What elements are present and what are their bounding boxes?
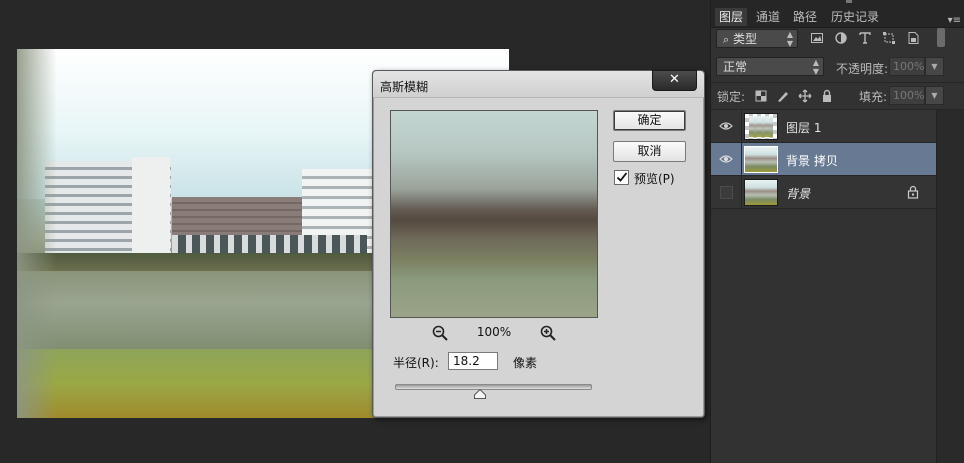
- kind-filter-value: 类型: [733, 32, 758, 46]
- ok-button[interactable]: 确定: [613, 110, 686, 131]
- lock-all-icon[interactable]: [820, 89, 834, 103]
- blur-preview-area[interactable]: [390, 110, 598, 318]
- lock-transparent-pixels-icon[interactable]: [754, 89, 768, 103]
- eye-icon: [719, 122, 733, 130]
- tab-paths[interactable]: 路径: [789, 8, 821, 26]
- layer-name[interactable]: 背景 拷贝: [786, 152, 838, 169]
- fill-label: 填充:: [859, 90, 888, 104]
- select-arrows-icon: ▲ ▼: [786, 30, 793, 48]
- layers-list: 图层 1 背景 拷贝 背景: [711, 110, 936, 209]
- pixel-layer-filter-icon[interactable]: [810, 31, 824, 45]
- radius-label: 半径(R):: [393, 356, 439, 370]
- dialog-titlebar[interactable]: 高斯模糊 ✕: [373, 70, 704, 98]
- opacity-field[interactable]: 100%: [889, 57, 925, 76]
- panel-menu-icon[interactable]: ▾≡: [948, 15, 961, 26]
- tab-layers[interactable]: 图层: [715, 8, 748, 26]
- tab-channels[interactable]: 通道: [752, 8, 784, 26]
- blend-mode-select[interactable]: 正常 ▲ ▼: [716, 57, 824, 76]
- image-building-tower: [132, 157, 170, 257]
- zoom-out-icon[interactable]: [431, 324, 449, 342]
- tab-history[interactable]: 历史记录: [827, 8, 883, 26]
- adjustment-filter-icon[interactable]: [834, 31, 848, 45]
- layer-name[interactable]: 背景: [786, 185, 810, 202]
- layer-row-layer-1[interactable]: 图层 1: [711, 110, 936, 143]
- lock-image-pixels-icon[interactable]: [776, 89, 790, 103]
- cancel-button[interactable]: 取消: [613, 141, 686, 162]
- search-icon: ⌕: [723, 33, 730, 46]
- hidden-visibility-box: [720, 186, 733, 199]
- blend-mode-value: 正常: [723, 60, 748, 74]
- lock-icon: [907, 185, 919, 199]
- layer-kind-filter[interactable]: ⌕ 类型 ▲ ▼: [716, 29, 798, 48]
- type-layer-filter-icon[interactable]: [858, 31, 872, 45]
- panel-tabs: 图层 通道 路径 历史记录 ▾≡: [711, 6, 964, 28]
- shape-layer-filter-icon[interactable]: [882, 31, 896, 45]
- layers-panel: 图层 通道 路径 历史记录 ▾≡ ⌕ 类型 ▲ ▼ 正常 ▲ ▼ 不透明度: 100…: [710, 0, 964, 463]
- panel-scrollbar[interactable]: [936, 110, 964, 463]
- zoom-in-icon[interactable]: [539, 324, 557, 342]
- radius-slider-track[interactable]: [395, 384, 592, 390]
- radius-unit: 像素: [513, 356, 538, 370]
- lock-position-icon[interactable]: [798, 89, 812, 103]
- layer-thumbnail[interactable]: [744, 179, 778, 206]
- zoom-level: 100%: [476, 325, 512, 339]
- gaussian-blur-dialog: 高斯模糊 ✕ 100% 确定 取消 预览(P) 半径(R): 像素: [372, 70, 705, 418]
- radius-input[interactable]: [448, 352, 498, 370]
- radius-slider-thumb[interactable]: [473, 389, 486, 399]
- layer-thumbnail[interactable]: [744, 113, 778, 140]
- layer-visibility-toggle[interactable]: [711, 110, 742, 142]
- dialog-title: 高斯模糊: [380, 80, 429, 94]
- layer-row-background[interactable]: 背景: [711, 176, 936, 209]
- lock-label: 锁定:: [717, 90, 746, 104]
- eye-icon: [719, 155, 733, 163]
- layer-visibility-toggle[interactable]: [711, 143, 742, 175]
- lock-row: 锁定: 填充: 100% ▼: [711, 82, 964, 110]
- fill-field[interactable]: 100%: [889, 86, 925, 105]
- layer-visibility-toggle[interactable]: [711, 176, 742, 208]
- opacity-label: 不透明度:: [836, 62, 889, 76]
- fill-dropdown-button[interactable]: ▼: [925, 86, 944, 105]
- dialog-close-button[interactable]: ✕: [652, 70, 697, 91]
- checkmark-icon: [616, 172, 628, 182]
- select-arrows-icon: ▲ ▼: [812, 58, 819, 76]
- filter-toggle-switch[interactable]: [937, 28, 945, 47]
- layer-thumbnail[interactable]: [744, 146, 778, 173]
- preview-checkbox[interactable]: [614, 170, 629, 185]
- image-blur-edge: [17, 49, 57, 418]
- smart-object-filter-icon[interactable]: [906, 31, 920, 45]
- opacity-dropdown-button[interactable]: ▼: [925, 57, 944, 76]
- layer-name[interactable]: 图层 1: [786, 119, 821, 136]
- layer-row-background-copy[interactable]: 背景 拷贝: [711, 143, 936, 176]
- preview-label: 预览(P): [634, 172, 675, 186]
- panel-grip[interactable]: [846, 0, 852, 3]
